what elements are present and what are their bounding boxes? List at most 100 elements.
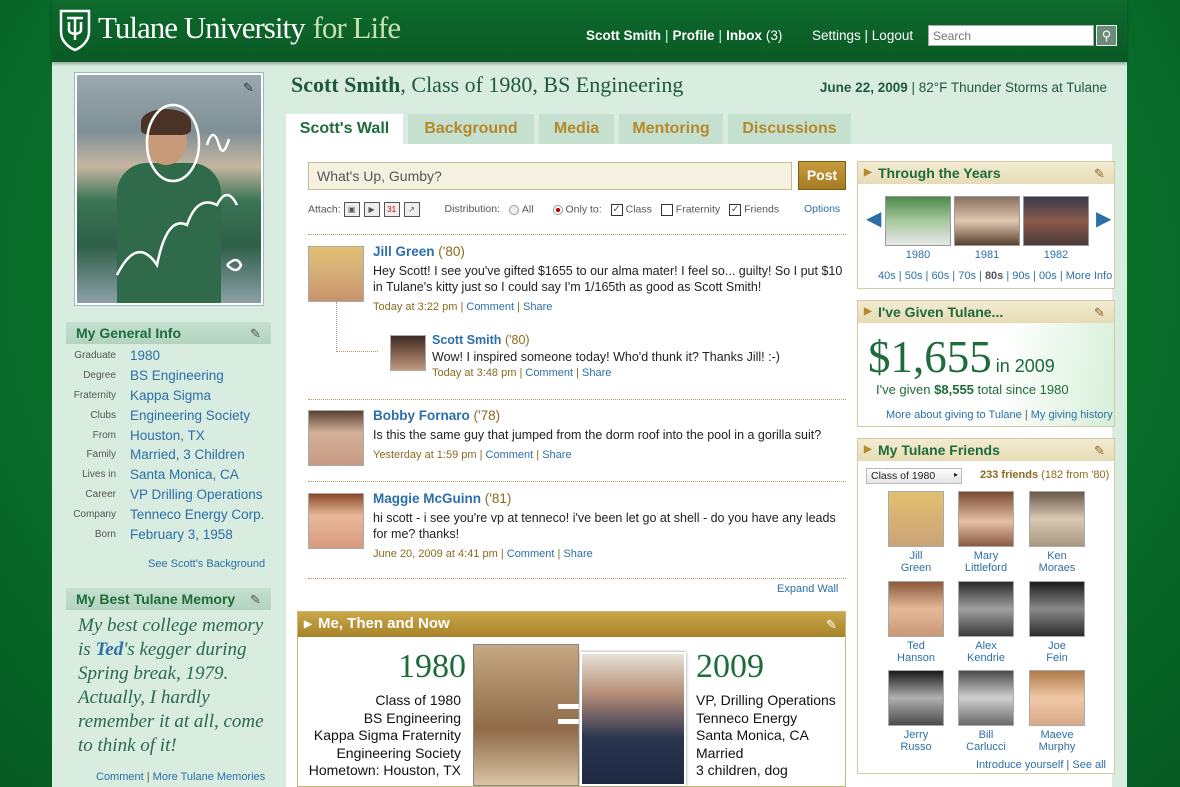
friend-card[interactable]: Joe Fein — [1027, 581, 1087, 664]
edit-general-info-icon[interactable]: ✎ — [250, 326, 261, 342]
post-timestamp: Today at 3:22 pm — [373, 301, 458, 313]
friend-card[interactable]: Alex Kendrie — [956, 581, 1016, 664]
search-button[interactable]: ⚲ — [1096, 25, 1117, 46]
more-memories-link[interactable]: More Tulane Memories — [153, 771, 266, 783]
thumb-1980[interactable] — [885, 196, 951, 246]
decade-50s[interactable]: 50s — [905, 270, 923, 282]
settings-link[interactable]: Settings — [812, 28, 861, 43]
edit-memory-icon[interactable]: ✎ — [250, 592, 261, 608]
edit-then-now-icon[interactable]: ✎ — [826, 617, 837, 633]
avatar[interactable] — [390, 335, 426, 371]
post-timestamp: Yesterday at 1:59 pm — [373, 449, 477, 461]
account-nav: Settings | Logout — [812, 28, 914, 43]
year-1980-link[interactable]: 1980 — [885, 249, 951, 261]
then-now-panel: ▶ Me, Then and Now ✎ 1980 Class of 1980 BS… — [297, 611, 846, 787]
brand-main-text: Tulane University — [98, 10, 306, 45]
friend-card[interactable]: Ted Hanson — [886, 581, 946, 664]
friend-card[interactable]: Mary Littleford — [956, 491, 1016, 574]
edit-friends-icon[interactable]: ✎ — [1094, 443, 1105, 459]
through-years-panel: ▶ Through the Years ✎ ◀ ▶ 1980 1981 1982 … — [857, 161, 1115, 289]
giving-more-link[interactable]: More about giving to Tulane — [886, 409, 1022, 421]
edit-years-icon[interactable]: ✎ — [1094, 166, 1105, 182]
avatar[interactable] — [308, 410, 364, 466]
distribution-only-radio[interactable] — [552, 204, 563, 215]
giving-history-link[interactable]: My giving history — [1031, 409, 1113, 421]
tab-mentoring[interactable]: Mentoring — [619, 114, 723, 144]
status-input[interactable]: What's Up, Gumby? — [308, 162, 792, 190]
edit-giving-icon[interactable]: ✎ — [1094, 305, 1105, 321]
avatar[interactable] — [308, 246, 364, 302]
photo-2009[interactable] — [580, 652, 686, 786]
attach-event-icon[interactable]: 31 — [383, 202, 400, 217]
info-row-family: Family Married, 3 Children — [86, 447, 245, 463]
tab-media[interactable]: Media — [539, 114, 614, 144]
decade-70s[interactable]: 70s — [958, 270, 976, 282]
attach-video-icon[interactable]: ▶ — [363, 202, 380, 217]
comment-link[interactable]: Comment — [486, 449, 534, 461]
tab-background[interactable]: Background — [408, 114, 534, 144]
fraternity-checkbox[interactable] — [660, 203, 673, 216]
post-author-link[interactable]: Scott Smith — [432, 333, 501, 347]
post-author-link[interactable]: Jill Green — [373, 244, 435, 259]
post-text: Is this the same guy that jumped from th… — [373, 428, 822, 442]
class-select[interactable]: Class of 1980 ▸ — [866, 468, 962, 484]
tab-wall[interactable]: Scott's Wall — [286, 114, 403, 146]
decade-90s[interactable]: 90s — [1012, 270, 1030, 282]
next-arrow-icon[interactable]: ▶ — [1096, 206, 1111, 231]
comment-link[interactable]: Comment — [466, 301, 514, 313]
share-link[interactable]: Share — [542, 449, 571, 461]
inbox-link[interactable]: Inbox — [726, 28, 762, 43]
share-link[interactable]: Share — [523, 301, 552, 313]
profile-name: Scott Smith, Class of 1980, BS Engineeri… — [291, 72, 684, 97]
giving-amount: $1,655 in 2009 — [868, 332, 1055, 382]
expand-wall-link[interactable]: Expand Wall — [777, 583, 838, 595]
decade-40s[interactable]: 40s — [878, 270, 896, 282]
memory-comment-link[interactable]: Comment — [96, 771, 144, 783]
friend-card[interactable]: Jerry Russo — [886, 670, 946, 753]
search-icon: ⚲ — [1101, 28, 1112, 43]
profile-photo[interactable] — [74, 72, 264, 306]
post-button[interactable]: Post — [798, 161, 846, 190]
search-input[interactable] — [928, 25, 1094, 46]
tulane-shield-icon[interactable] — [58, 8, 92, 52]
post-text: Hey Scott! I see you've gifted $1655 to … — [373, 264, 843, 294]
friend-card[interactable]: Ken Moraes — [1027, 491, 1087, 574]
prev-arrow-icon[interactable]: ◀ — [866, 206, 881, 231]
post-author-link[interactable]: Bobby Fornaro — [373, 408, 470, 423]
info-row-degree: Degree BS Engineering — [83, 368, 224, 384]
attach-link-icon[interactable]: ↗ — [403, 202, 420, 217]
year-1981-link[interactable]: 1981 — [954, 249, 1020, 261]
share-link[interactable]: Share — [563, 548, 592, 560]
friend-card[interactable]: Maeve Murphy — [1027, 670, 1087, 753]
see-background-link[interactable]: See Scott's Background — [148, 558, 265, 570]
introduce-link[interactable]: Introduce yourself — [976, 759, 1063, 771]
options-link[interactable]: Options — [804, 203, 840, 215]
decade-00s[interactable]: 00s — [1039, 270, 1057, 282]
user-name-link[interactable]: Scott Smith — [586, 28, 661, 43]
comment-link[interactable]: Comment — [507, 548, 555, 560]
friends-checkbox[interactable]: ✓ — [729, 203, 742, 216]
class-checkbox[interactable]: ✓ — [610, 203, 623, 216]
memory-ted-link[interactable]: Ted — [95, 639, 123, 660]
attach-photo-icon[interactable]: ▣ — [343, 202, 360, 217]
profile-link[interactable]: Profile — [673, 28, 715, 43]
thumb-1982[interactable] — [1023, 196, 1089, 246]
edit-photo-icon[interactable]: ✎ — [243, 80, 254, 96]
brand-logo[interactable]: Tulane University for Life — [98, 10, 401, 46]
comment-link[interactable]: Comment — [525, 367, 573, 379]
year-1982-link[interactable]: 1982 — [1023, 249, 1089, 261]
friend-card[interactable]: Bill Carlucci — [956, 670, 1016, 753]
avatar[interactable] — [308, 493, 364, 549]
decade-60s[interactable]: 60s — [931, 270, 949, 282]
share-link[interactable]: Share — [582, 367, 611, 379]
then-year: 1980 — [398, 648, 466, 685]
see-all-link[interactable]: See all — [1072, 759, 1106, 771]
logout-link[interactable]: Logout — [872, 28, 913, 43]
friend-card[interactable]: Jill Green — [886, 491, 946, 574]
tab-discussions[interactable]: Discussions — [728, 114, 851, 144]
thumb-1981[interactable] — [954, 196, 1020, 246]
more-info-link[interactable]: More Info — [1066, 270, 1112, 282]
post-author-link[interactable]: Maggie McGuinn — [373, 491, 481, 506]
distribution-all-radio[interactable] — [508, 204, 519, 215]
decade-80s[interactable]: 80s — [985, 270, 1003, 282]
